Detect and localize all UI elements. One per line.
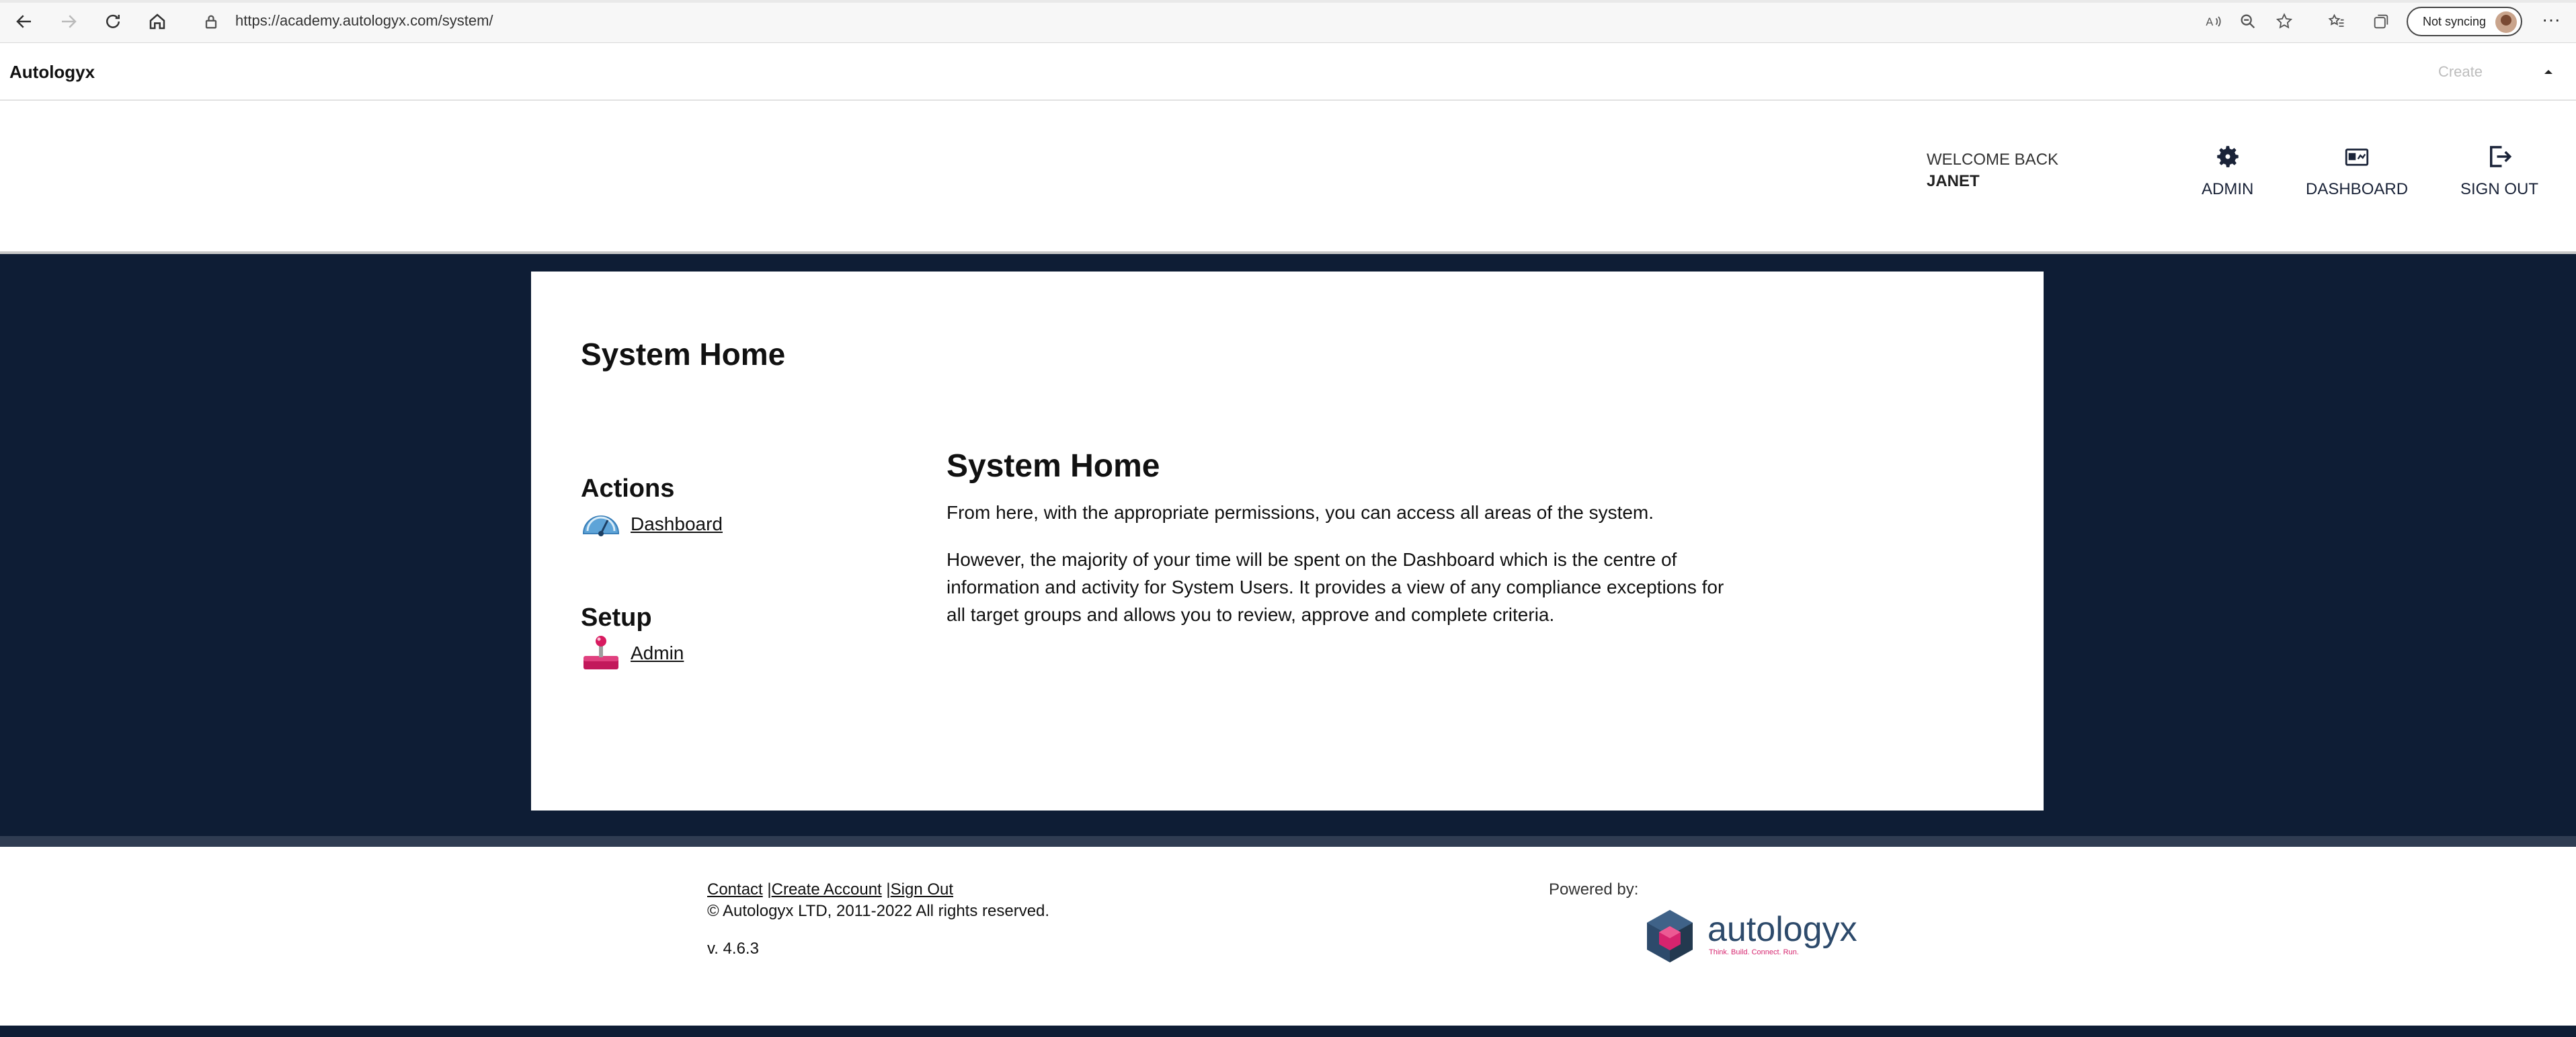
setup-heading: Setup [581,604,652,632]
joystick-icon [581,634,621,672]
home-icon[interactable] [144,8,171,35]
action-dashboard-link[interactable]: Dashboard [581,505,723,543]
user-name: JANET [1927,172,1980,190]
favorites-icon[interactable] [2325,9,2349,34]
autologyx-logo: autologyx Think. Build. Connect. Run. [1640,906,1869,973]
content-title: System Home [947,448,1160,484]
add-favorite-icon[interactable] [2272,9,2296,34]
footer: Contact |Create Account |Sign Out © Auto… [0,847,2576,1026]
nav-dashboard[interactable]: DASHBOARD [2306,142,2408,199]
footer-links: Contact |Create Account |Sign Out [707,880,953,899]
footer-separator: | [881,880,891,899]
actions-heading: Actions [581,474,675,503]
profile-sync-button[interactable]: Not syncing [2407,7,2522,36]
content-card: System Home Actions Dashboard Setup Admi… [531,272,2044,811]
nav-admin[interactable]: ADMIN [2202,142,2253,199]
reload-icon[interactable] [99,8,126,35]
footer-divider [0,836,2576,847]
powered-by-label: Powered by: [1549,880,1639,899]
footer-create-account-link[interactable]: Create Account [772,880,882,899]
caret-up-icon[interactable] [2538,62,2559,82]
collections-icon[interactable] [2369,9,2393,34]
welcome-message: WELCOME BACK JANET [1927,149,2058,192]
nav-admin-label: ADMIN [2202,180,2254,198]
dashboard-icon [2345,149,2369,166]
zoom-icon[interactable] [2236,9,2260,34]
setup-admin-link[interactable]: Admin [581,634,684,672]
main-band: System Home Actions Dashboard Setup Admi… [0,254,2576,836]
setup-admin-label[interactable]: Admin [631,642,684,664]
browser-toolbar: https://academy.autologyx.com/system/ A … [0,0,2576,43]
footer-separator: | [762,880,772,899]
copyright-text: © Autologyx LTD, 2011-2022 All rights re… [707,902,1050,920]
welcome-text: WELCOME BACK [1927,151,2059,169]
details-paragraph: However, the majority of your time will … [947,549,1724,625]
tab-strip-edge [0,0,2576,3]
brand-name[interactable]: Autologyx [9,62,95,83]
create-button[interactable]: Create [2420,52,2501,91]
speedometer-icon [581,505,621,543]
page-title: System Home [581,337,786,372]
intro-paragraph: From here, with the appropriate permissi… [947,502,1654,523]
logo-tagline: Think. Build. Connect. Run. [1709,948,1799,956]
bottom-bar [0,1026,2576,1037]
read-aloud-icon[interactable]: A [2202,9,2226,34]
version-text: v. 4.6.3 [707,940,759,958]
nav-sign-out-label: SIGN OUT [2460,180,2539,198]
footer-sign-out-link[interactable]: Sign Out [891,880,953,899]
nav-dashboard-label: DASHBOARD [2306,180,2409,198]
more-icon[interactable]: ··· [2538,9,2565,34]
gear-icon [2216,146,2239,167]
forward-icon[interactable] [55,8,82,35]
sign-out-icon [2490,146,2512,167]
app-header: Autologyx Create [0,43,2576,101]
sync-label: Not syncing [2423,14,2487,28]
nav-sign-out[interactable]: SIGN OUT [2460,142,2538,199]
action-dashboard-label[interactable]: Dashboard [631,513,723,535]
lock-icon[interactable] [202,12,220,31]
back-icon[interactable] [11,8,38,35]
svg-text:A: A [2206,16,2213,28]
user-bar: WELCOME BACK JANET ADMIN DASHBOARD SIGN … [0,101,2576,254]
logo-wordmark: autologyx [1707,910,1857,949]
footer-contact-link[interactable]: Contact [707,880,763,899]
address-bar[interactable]: https://academy.autologyx.com/system/ [235,12,493,30]
profile-avatar [2495,11,2517,33]
